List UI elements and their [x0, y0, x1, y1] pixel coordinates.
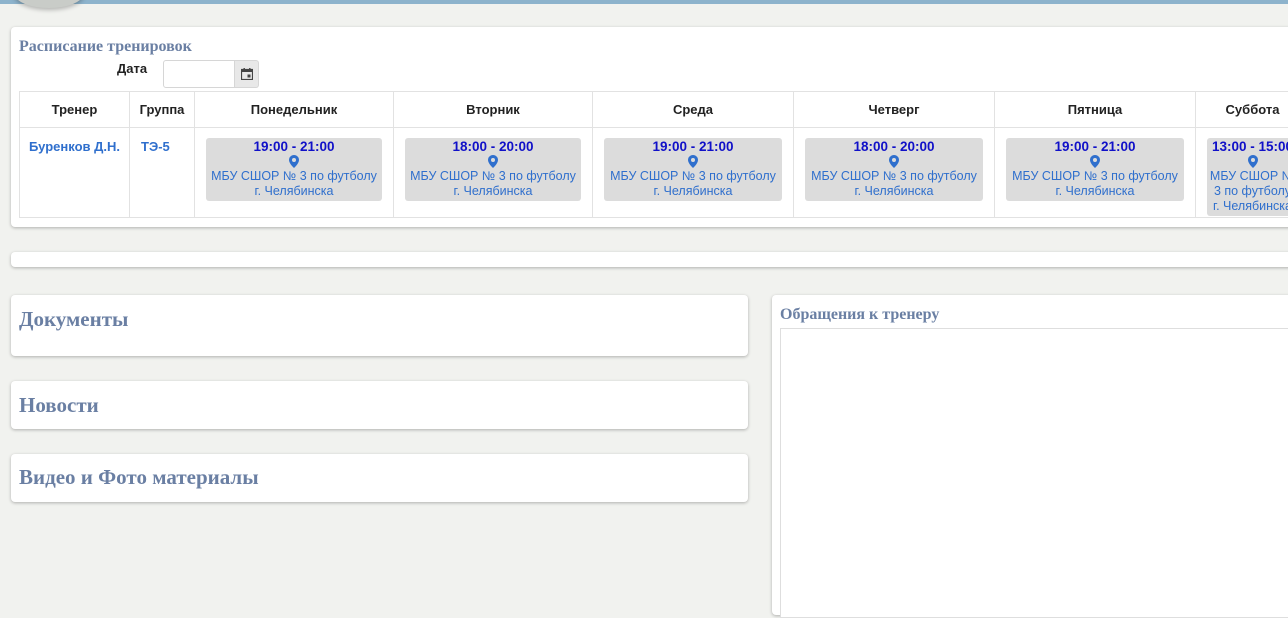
date-input[interactable] [163, 60, 235, 88]
saturday-cell: 13:00 - 15:00 МБУ СШОР № 3 по футболу г. … [1196, 128, 1288, 218]
friday-cell: 19:00 - 21:00 МБУ СШОР № 3 по футболу г. … [995, 128, 1196, 218]
thursday-cell: 18:00 - 20:00 МБУ СШОР № 3 по футболу г. … [794, 128, 995, 218]
slot-time: 13:00 - 15:00 [1209, 139, 1288, 155]
map-pin-icon [1209, 155, 1288, 169]
wednesday-cell: 19:00 - 21:00 МБУ СШОР № 3 по футболу г. … [593, 128, 794, 218]
slot-place: МБУ СШОР № 3 по футболу г. Челябинска [1008, 169, 1182, 199]
slot-time: 18:00 - 20:00 [807, 139, 981, 155]
slot-place: МБУ СШОР № 3 по футболу г. Челябинска [606, 169, 780, 199]
monday-cell: 19:00 - 21:00 МБУ СШОР № 3 по футболу г. … [195, 128, 394, 218]
column-header-monday: Понедельник [195, 92, 394, 128]
group-cell: ТЭ-5 [130, 128, 195, 218]
news-title[interactable]: Новости [19, 393, 99, 418]
map-pin-icon [807, 155, 981, 169]
schedule-row: Буренков Д.Н. ТЭ-5 19:00 - 21:00 МБУ СШОР… [20, 128, 1288, 218]
slot-time: 19:00 - 21:00 [606, 139, 780, 155]
column-header-saturday: Суббота [1196, 92, 1288, 128]
empty-panel [11, 252, 1288, 267]
training-slot[interactable]: 19:00 - 21:00 МБУ СШОР № 3 по футболу г. … [1006, 138, 1184, 201]
header-logo[interactable] [14, 0, 84, 8]
date-label: Дата [117, 61, 147, 76]
slot-place: МБУ СШОР № 3 по футболу г. Челябинска [1209, 169, 1288, 214]
top-bar [0, 0, 1288, 4]
map-pin-icon [208, 155, 380, 169]
schedule-header-row: Тренер Группа Понедельник Вторник Среда … [20, 92, 1288, 128]
appeals-content-area[interactable] [780, 328, 1288, 618]
appeals-title: Обращения к тренеру [780, 306, 939, 324]
tuesday-cell: 18:00 - 20:00 МБУ СШОР № 3 по футболу г. … [394, 128, 593, 218]
training-slot[interactable]: 19:00 - 21:00 МБУ СШОР № 3 по футболу г. … [206, 138, 382, 201]
news-panel[interactable]: Новости [11, 381, 748, 429]
training-slot[interactable]: 18:00 - 20:00 МБУ СШОР № 3 по футболу г. … [405, 138, 581, 201]
map-pin-icon [1008, 155, 1182, 169]
date-picker-button[interactable] [235, 60, 259, 88]
training-slot[interactable]: 18:00 - 20:00 МБУ СШОР № 3 по футболу г. … [805, 138, 983, 201]
appeals-panel: Обращения к тренеру [772, 295, 1288, 615]
column-header-wednesday: Среда [593, 92, 794, 128]
map-pin-icon [407, 155, 579, 169]
schedule-title: Расписание тренировок [19, 38, 192, 56]
media-panel[interactable]: Видео и Фото материалы [11, 454, 748, 502]
slot-place: МБУ СШОР № 3 по футболу г. Челябинска [407, 169, 579, 199]
column-header-thursday: Четверг [794, 92, 995, 128]
column-header-group: Группа [130, 92, 195, 128]
slot-time: 19:00 - 21:00 [208, 139, 380, 155]
coach-cell: Буренков Д.Н. [20, 128, 130, 218]
schedule-table: Тренер Группа Понедельник Вторник Среда … [19, 91, 1288, 218]
coach-link[interactable]: Буренков Д.Н. [21, 129, 128, 154]
column-header-coach: Тренер [20, 92, 130, 128]
column-header-tuesday: Вторник [394, 92, 593, 128]
slot-time: 19:00 - 21:00 [1008, 139, 1182, 155]
documents-title[interactable]: Документы [19, 307, 128, 332]
training-slot[interactable]: 13:00 - 15:00 МБУ СШОР № 3 по футболу г. … [1207, 138, 1288, 216]
schedule-panel: Расписание тренировок Дата Тренер Группа… [11, 27, 1288, 227]
map-pin-icon [606, 155, 780, 169]
slot-time: 18:00 - 20:00 [407, 139, 579, 155]
group-link[interactable]: ТЭ-5 [131, 129, 193, 154]
documents-panel[interactable]: Документы [11, 295, 748, 356]
slot-place: МБУ СШОР № 3 по футболу г. Челябинска [208, 169, 380, 199]
media-title[interactable]: Видео и Фото материалы [19, 465, 259, 490]
training-slot[interactable]: 19:00 - 21:00 МБУ СШОР № 3 по футболу г. … [604, 138, 782, 201]
slot-place: МБУ СШОР № 3 по футболу г. Челябинска [807, 169, 981, 199]
column-header-friday: Пятница [995, 92, 1196, 128]
calendar-icon [241, 68, 253, 80]
